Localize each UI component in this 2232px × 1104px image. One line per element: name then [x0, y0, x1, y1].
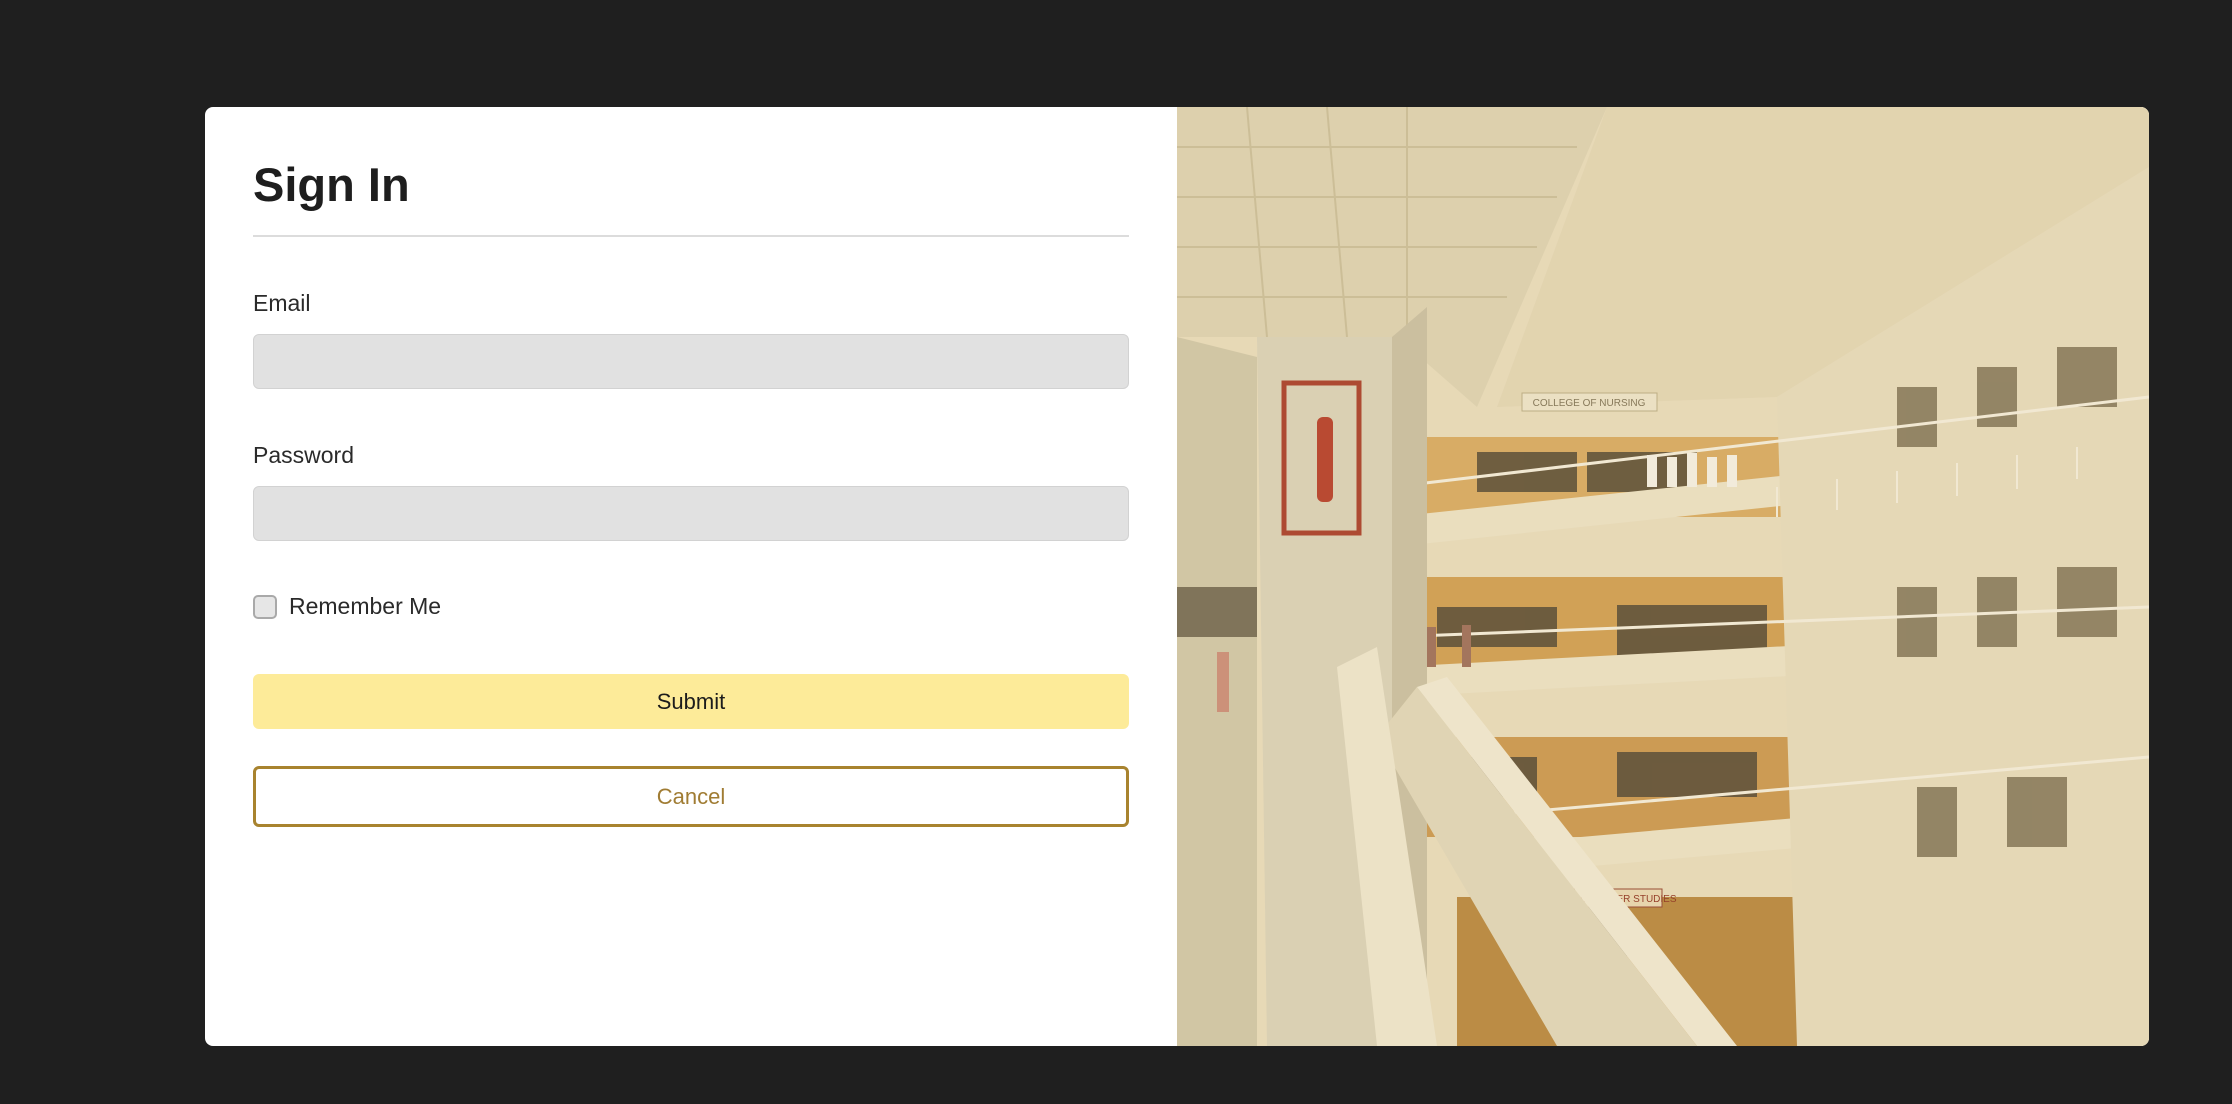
page-title: Sign In [253, 158, 410, 211]
remember-me-row[interactable]: Remember Me [253, 593, 441, 620]
signin-card: Sign In Email Password Remember Me Submi… [205, 107, 2149, 1046]
signin-form: Sign In Email Password Remember Me Submi… [205, 107, 1177, 1046]
email-label: Email [253, 290, 311, 316]
cancel-button[interactable]: Cancel [253, 766, 1129, 827]
email-field[interactable] [253, 334, 1129, 389]
submit-button[interactable]: Submit [253, 674, 1129, 729]
password-label: Password [253, 442, 354, 468]
title-divider [253, 235, 1129, 237]
password-field[interactable] [253, 486, 1129, 541]
remember-me-label: Remember Me [289, 593, 442, 619]
remember-me-checkbox[interactable] [253, 594, 277, 619]
campus-atrium-photo: COLLEGE OF NURSING LLEGE OF COMPUTER STU… [1177, 107, 2149, 1046]
